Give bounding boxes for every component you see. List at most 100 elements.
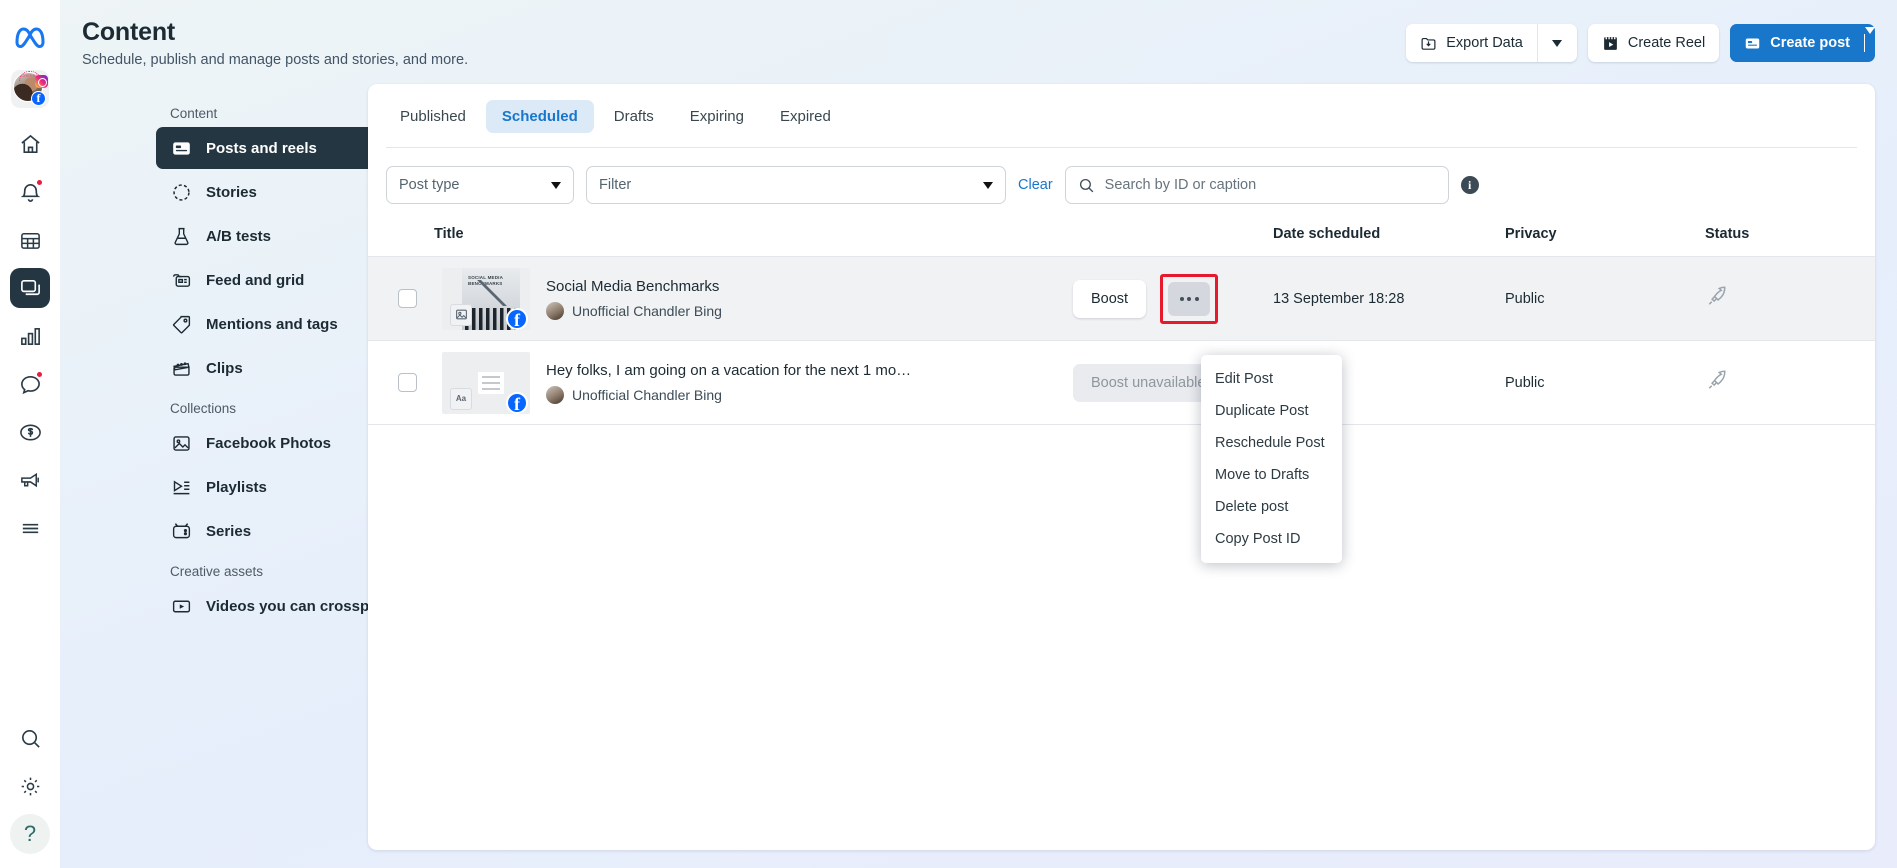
rocket-icon: [1705, 368, 1730, 393]
feed-and-grid-icon: [170, 269, 192, 291]
filter-select[interactable]: Filter: [586, 166, 1006, 204]
row-action-cell: Boost: [1073, 257, 1273, 341]
rail-item-search[interactable]: [10, 718, 50, 758]
rail-item-home[interactable]: [10, 124, 50, 164]
rail-item-settings[interactable]: [10, 766, 50, 806]
row-status: [1705, 341, 1875, 425]
instagram-icon: [35, 75, 48, 88]
rail-item-all-tools[interactable]: [10, 508, 50, 548]
rail-item-planner[interactable]: [10, 220, 50, 260]
post-title: Social Media Benchmarks: [546, 278, 722, 295]
video-icon: [170, 595, 192, 617]
tab-scheduled[interactable]: Scheduled: [486, 100, 594, 133]
sidebar-item-label: Videos you can crossp…: [206, 598, 384, 615]
menu-item-duplicate-post[interactable]: Duplicate Post: [1201, 395, 1342, 427]
ab-tests-icon: [170, 225, 192, 247]
menu-item-move-to-drafts[interactable]: Move to Drafts: [1201, 459, 1342, 491]
tab-published[interactable]: Published: [384, 100, 482, 133]
rail-item-messages[interactable]: [10, 364, 50, 404]
search-input[interactable]: [1105, 177, 1436, 193]
export-data-split-button: Export Data: [1406, 24, 1577, 62]
header-action: [1073, 220, 1273, 257]
export-data-dropdown-button[interactable]: [1537, 24, 1577, 62]
row-checkbox[interactable]: [398, 289, 417, 308]
boost-button[interactable]: Boost: [1073, 280, 1146, 318]
author-avatar: [546, 302, 564, 320]
series-icon: [170, 520, 192, 542]
rail-item-monetization[interactable]: [10, 412, 50, 452]
row-checkbox-cell: [368, 257, 434, 341]
rail-item-notifications[interactable]: [10, 172, 50, 212]
menu-item-copy-post-id[interactable]: Copy Post ID: [1201, 523, 1342, 555]
chevron-down-icon: [1552, 40, 1562, 47]
main-area: Content Schedule, publish and manage pos…: [60, 0, 1897, 868]
tab-bar: Published Scheduled Drafts Expiring Expi…: [368, 84, 1875, 133]
row-more-options-button[interactable]: [1168, 282, 1210, 316]
sidebar-item-label: Facebook Photos: [206, 435, 331, 452]
create-reel-button[interactable]: Create Reel: [1588, 24, 1719, 62]
avatar[interactable]: CHEESE f: [11, 70, 49, 108]
create-post-dropdown-button[interactable]: [1864, 34, 1875, 52]
rail-item-insights[interactable]: [10, 316, 50, 356]
sidebar-item-label: Stories: [206, 184, 257, 201]
search-box[interactable]: [1065, 166, 1449, 204]
post-author: Unofficial Chandler Bing: [546, 386, 911, 404]
row-menu-highlight: [1160, 274, 1218, 324]
reel-icon: [1602, 35, 1619, 52]
clear-filters-link[interactable]: Clear: [1018, 177, 1053, 193]
thumbnail-text-lines: [478, 372, 504, 394]
post-thumbnail[interactable]: Aa f: [442, 352, 530, 414]
header-checkbox: [368, 220, 434, 257]
header-status: Status: [1705, 220, 1875, 257]
row-checkbox-cell: [368, 341, 434, 425]
post-type-select[interactable]: Post type: [386, 166, 574, 204]
sidebar-item-label: Series: [206, 523, 251, 540]
menu-item-delete-post[interactable]: Delete post: [1201, 491, 1342, 523]
media-type-badge: [450, 304, 472, 326]
post-author: Unofficial Chandler Bing: [546, 302, 722, 320]
content-card: Published Scheduled Drafts Expiring Expi…: [368, 84, 1875, 850]
row-context-menu: Edit Post Duplicate Post Reschedule Post…: [1201, 355, 1342, 563]
row-privacy: Public: [1505, 257, 1705, 341]
tab-drafts[interactable]: Drafts: [598, 100, 670, 133]
message-badge: [36, 371, 43, 378]
row-status: [1705, 257, 1875, 341]
table-row[interactable]: Aa f Hey folks, I am going on a vacation…: [368, 341, 1875, 425]
sidebar-item-label: Playlists: [206, 479, 267, 496]
page-subtitle: Schedule, publish and manage posts and s…: [82, 52, 468, 68]
notification-badge: [36, 179, 43, 186]
author-name: Unofficial Chandler Bing: [572, 303, 722, 319]
thumbnail-chart: [466, 280, 518, 306]
rail-item-ads[interactable]: [10, 460, 50, 500]
meta-logo-icon[interactable]: [14, 26, 46, 48]
menu-item-reschedule-post[interactable]: Reschedule Post: [1201, 427, 1342, 459]
export-data-label: Export Data: [1446, 35, 1523, 51]
header-privacy: Privacy: [1505, 220, 1705, 257]
export-data-button[interactable]: Export Data: [1406, 24, 1537, 62]
info-icon[interactable]: i: [1461, 176, 1479, 194]
create-post-split-button: Create post: [1730, 24, 1875, 62]
row-privacy: Public: [1505, 341, 1705, 425]
filter-bar: Post type Filter Clear i: [368, 148, 1875, 204]
header-date-scheduled: Date scheduled: [1273, 220, 1505, 257]
rocket-icon: [1705, 284, 1730, 309]
create-post-button[interactable]: Create post: [1730, 24, 1864, 62]
author-avatar: [546, 386, 564, 404]
help-button[interactable]: ?: [10, 814, 50, 854]
row-checkbox[interactable]: [398, 373, 417, 392]
post-thumbnail[interactable]: SOCIAL MEDIA BENCHMARKS: [442, 268, 530, 330]
post-type-value: Post type: [399, 177, 459, 193]
playlists-icon: [170, 476, 192, 498]
table-row[interactable]: SOCIAL MEDIA BENCHMARKS: [368, 257, 1875, 341]
tab-expiring[interactable]: Expiring: [674, 100, 760, 133]
photos-icon: [170, 432, 192, 454]
tab-expired[interactable]: Expired: [764, 100, 847, 133]
menu-item-edit-post[interactable]: Edit Post: [1201, 363, 1342, 395]
create-post-label: Create post: [1770, 35, 1850, 51]
page-title: Content: [82, 18, 468, 47]
chevron-down-icon: [551, 182, 561, 189]
rail-item-content[interactable]: [10, 268, 50, 308]
row-date-scheduled: 13 September 18:28: [1273, 257, 1505, 341]
export-icon: [1420, 35, 1437, 52]
sidebar-item-label: Clips: [206, 360, 243, 377]
